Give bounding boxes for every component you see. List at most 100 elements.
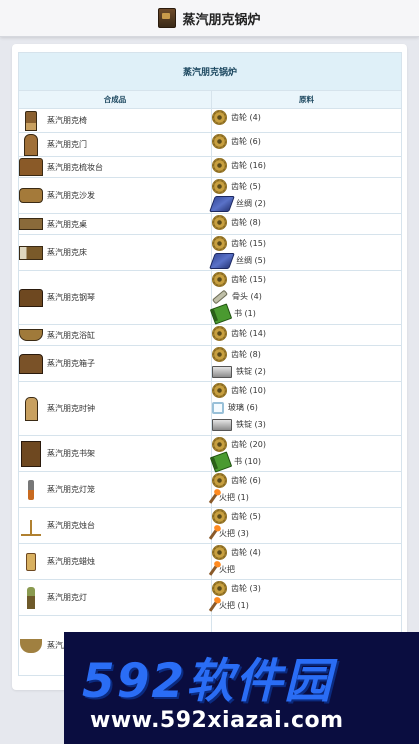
result-name: 蒸汽朋克烛台	[47, 521, 95, 530]
result-item[interactable]: 蒸汽朋克箱子	[19, 353, 211, 374]
sp-candle-sprite	[26, 552, 36, 571]
result-name: 蒸汽朋克浴缸	[47, 330, 95, 340]
result-cell: 蒸汽朋克时钟	[18, 381, 212, 436]
material-item[interactable]: 铁锭 (2)	[212, 363, 401, 380]
material-item[interactable]: 齿轮 (8)	[212, 346, 401, 363]
result-name: 蒸汽朋克梳妆台	[47, 162, 103, 172]
material-item[interactable]: 齿轮 (5)	[212, 178, 401, 195]
watermark-logo: 592软件园	[82, 642, 333, 711]
sp-clock-sprite	[24, 396, 38, 421]
material-item[interactable]: 丝绸 (5)	[209, 252, 401, 269]
result-item[interactable]: 蒸汽朋克灯	[19, 586, 211, 609]
material-item[interactable]: 齿轮 (14)	[212, 325, 401, 342]
material-item[interactable]: 齿轮 (16)	[212, 157, 401, 174]
result-item[interactable]: 蒸汽朋克烛台	[19, 516, 211, 536]
result-cell: 蒸汽朋克灯	[18, 579, 212, 616]
result-cell: 蒸汽朋克蜡烛	[18, 543, 212, 580]
gear-icon	[212, 158, 227, 173]
recipe-card: 蒸汽朋克锅炉 合成品 原料 蒸汽朋克椅 齿轮 (4) 蒸汽朋克门 齿轮 (6) 蒸汽朋克…	[12, 44, 407, 690]
table-row: 蒸汽朋克床 齿轮 (15) 丝绸 (5)	[18, 234, 403, 271]
table-row: 蒸汽朋克箱子 齿轮 (8) 铁锭 (2)	[18, 345, 403, 382]
material-item[interactable]: 齿轮 (10)	[212, 382, 401, 399]
result-item[interactable]: 蒸汽朋克蜡烛	[19, 552, 211, 572]
material-item[interactable]: 骨头 (4)	[211, 288, 401, 305]
result-item[interactable]: 蒸汽朋克椅	[19, 110, 211, 131]
material-label: 齿轮 (3)	[231, 584, 261, 593]
sp-candela-sprite	[21, 516, 41, 536]
result-item[interactable]: 蒸汽朋克灯笼	[19, 479, 211, 500]
table-row: 蒸汽朋克浴缸 齿轮 (14)	[18, 324, 403, 346]
result-item[interactable]: 蒸汽朋克桌	[19, 214, 211, 234]
result-item[interactable]: 蒸汽朋克梳妆台	[19, 157, 211, 177]
material-item[interactable]: 书 (10)	[209, 450, 401, 473]
steampunk-boiler-icon	[158, 8, 177, 28]
gear-icon	[212, 215, 227, 230]
result-name: 蒸汽朋克灯笼	[47, 485, 95, 494]
result-item[interactable]: 蒸汽朋克时钟	[19, 396, 211, 421]
result-name: 蒸汽朋克门	[47, 140, 87, 149]
material-label: 铁锭 (3)	[236, 420, 266, 429]
iron-icon	[212, 365, 232, 378]
sp-door-icon	[19, 133, 43, 156]
table-row: 蒸汽朋克桌 齿轮 (8)	[18, 213, 403, 235]
table-row: 蒸汽朋克蜡烛 齿轮 (4) 火把	[18, 543, 403, 580]
result-name: 蒸汽朋克蜡烛	[47, 557, 95, 566]
sp-bed-icon	[19, 243, 43, 263]
watermark-url: www.592xiazai.com	[90, 708, 344, 733]
material-item[interactable]: 齿轮 (15)	[212, 235, 401, 252]
material-item[interactable]: 丝绸 (2)	[209, 195, 401, 212]
material-label: 火把 (3)	[219, 529, 249, 538]
material-label: 齿轮 (14)	[231, 329, 266, 338]
result-item[interactable]: 蒸汽朋克浴缸	[19, 325, 211, 345]
result-item[interactable]: 蒸汽朋克门	[19, 133, 211, 156]
material-label: 齿轮 (4)	[231, 113, 261, 122]
sp-table-icon	[19, 214, 43, 234]
material-label: 书 (10)	[234, 457, 261, 466]
material-item[interactable]: 火把	[208, 561, 401, 578]
material-item[interactable]: 火把 (1)	[208, 489, 401, 506]
gear-icon	[212, 110, 227, 125]
result-cell: 蒸汽朋克椅	[18, 108, 212, 133]
material-item[interactable]: 齿轮 (4)	[212, 109, 401, 126]
material-item[interactable]: 齿轮 (20)	[212, 436, 401, 453]
iron-icon	[212, 418, 232, 431]
result-name: 蒸汽朋克床	[47, 248, 87, 257]
materials-cell: 齿轮 (5) 火把 (3)	[208, 507, 403, 544]
glass-icon	[212, 401, 224, 414]
material-item[interactable]: 齿轮 (5)	[212, 508, 401, 525]
sp-piano-icon	[19, 288, 43, 308]
materials-cell: 齿轮 (15) 丝绸 (5)	[209, 234, 403, 271]
material-item[interactable]: 齿轮 (15)	[212, 271, 401, 288]
materials-cell: 齿轮 (8)	[210, 213, 403, 235]
result-cell: 蒸汽朋克箱子	[18, 345, 212, 382]
material-item[interactable]: 齿轮 (6)	[212, 133, 401, 150]
result-cell: 蒸汽朋克钢琴	[18, 270, 212, 325]
result-item[interactable]: 蒸汽朋克沙发	[19, 186, 211, 206]
result-cell: 蒸汽朋克烛台	[18, 507, 212, 544]
material-label: 齿轮 (6)	[231, 476, 261, 485]
material-item[interactable]: 齿轮 (3)	[212, 580, 401, 597]
recipe-table: 蒸汽朋克锅炉 合成品 原料 蒸汽朋克椅 齿轮 (4) 蒸汽朋克门 齿轮 (6) 蒸汽朋克…	[17, 52, 403, 676]
book-icon	[209, 302, 233, 325]
result-cell: 蒸汽朋克书架	[18, 435, 212, 472]
material-item[interactable]: 齿轮 (8)	[212, 214, 401, 231]
result-name: 蒸汽朋克时钟	[47, 404, 95, 413]
material-label: 火把 (1)	[219, 601, 249, 610]
material-label: 骨头 (4)	[232, 292, 262, 301]
material-item[interactable]: 玻璃 (6)	[212, 399, 401, 416]
sp-chest-icon	[19, 353, 43, 374]
result-name: 蒸汽朋克书架	[47, 449, 95, 458]
material-item[interactable]: 齿轮 (4)	[212, 544, 401, 561]
material-item[interactable]: 书 (1)	[209, 302, 401, 325]
result-item[interactable]: 蒸汽朋克床	[19, 243, 211, 263]
sp-candle-icon	[19, 552, 43, 572]
result-item[interactable]: 蒸汽朋克书架	[19, 440, 211, 467]
material-item[interactable]: 齿轮 (6)	[212, 472, 401, 489]
result-item[interactable]: 蒸汽朋克钢琴	[19, 288, 211, 308]
material-item[interactable]: 铁锭 (3)	[212, 416, 401, 433]
material-item[interactable]: 火把 (3)	[208, 525, 401, 542]
material-item[interactable]: 火把 (1)	[208, 597, 401, 614]
silk-icon	[209, 195, 235, 212]
table-row: 蒸汽朋克烛台 齿轮 (5) 火把 (3)	[18, 507, 403, 544]
sp-sofa-sprite	[19, 188, 43, 203]
